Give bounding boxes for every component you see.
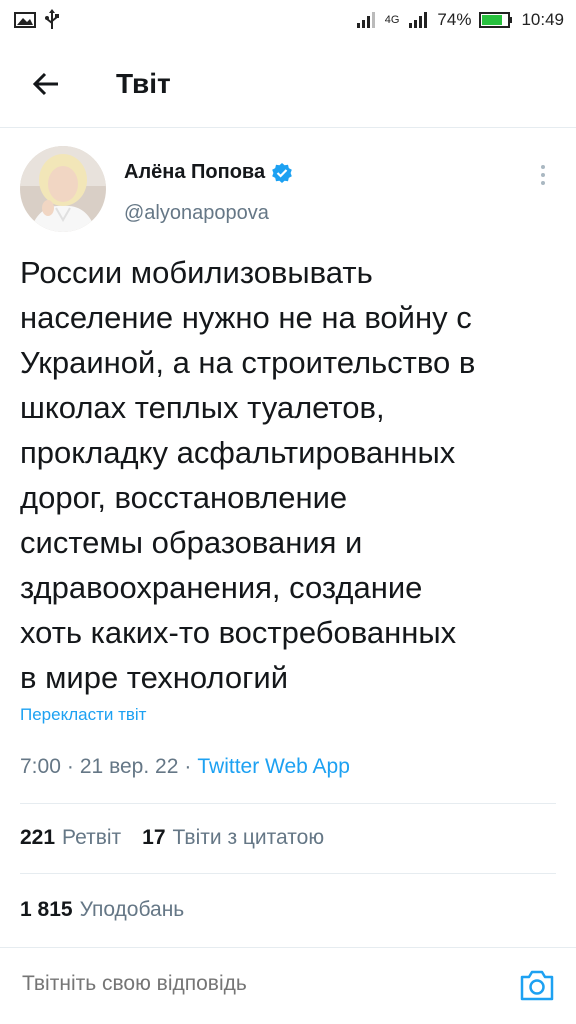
translate-tweet-link[interactable]: Перекласти твіт (20, 705, 146, 725)
tweet-text: России мобилизовывать население нужно не… (20, 255, 476, 695)
verified-icon (272, 162, 292, 183)
camera-icon (520, 970, 554, 1001)
avatar[interactable] (20, 146, 106, 232)
signal-icon (356, 12, 375, 28)
author-name-text: Алёна Попова (124, 161, 266, 183)
likes-count: 1 815 (20, 898, 73, 921)
retweets-count: 221 (20, 826, 56, 849)
divider (20, 803, 556, 804)
tweet-stats: 221 Ретвіт 17 Твіти з цитатою (20, 826, 324, 850)
signal-icon (409, 12, 428, 28)
image-icon (14, 12, 36, 28)
more-vertical-icon[interactable] (530, 160, 556, 190)
tweet-time: 7:00 (20, 755, 61, 778)
author-name[interactable]: Алёна Попова (124, 161, 293, 184)
status-bar-left (14, 9, 60, 31)
author-handle[interactable]: @alyonapopova (124, 202, 269, 225)
battery-icon (479, 12, 513, 28)
likes-stat[interactable]: 1 815 Уподобань (20, 898, 184, 922)
likes-label: Уподобань (79, 898, 185, 921)
camera-button[interactable] (519, 968, 555, 1002)
usb-icon (45, 9, 59, 29)
quotes-count: 17 (142, 826, 166, 849)
reply-input[interactable] (22, 972, 492, 996)
network-type: 4G (384, 14, 400, 26)
header: Твіт (0, 40, 576, 128)
page-title: Твіт (116, 67, 171, 99)
tweet-date: 21 вер. 22 (79, 755, 179, 778)
clock: 10:49 (521, 10, 564, 29)
reply-bar (0, 947, 576, 1024)
divider (20, 873, 556, 874)
back-button[interactable] (17, 55, 75, 113)
quotes-stat[interactable]: 17 Твіти з цитатою (142, 826, 324, 850)
status-bar-right: 4G 74% 10:49 (355, 10, 564, 30)
tweet-meta: 7:00 · 21 вер. 22 · Twitter Web App (20, 755, 350, 779)
retweets-label: Ретвіт (62, 826, 122, 849)
back-arrow-icon (32, 72, 58, 95)
retweets-stat[interactable]: 221 Ретвіт (20, 826, 121, 850)
status-bar: 4G 74% 10:49 (0, 0, 576, 40)
tweet-source[interactable]: Twitter Web App (197, 755, 350, 779)
quotes-label: Твіти з цитатою (172, 826, 325, 849)
battery-percent: 74% (437, 10, 472, 29)
meta-separator: · (66, 755, 74, 778)
meta-separator: · (184, 755, 192, 778)
tweet-author: Алёна Попова @alyonapopova (0, 146, 576, 238)
